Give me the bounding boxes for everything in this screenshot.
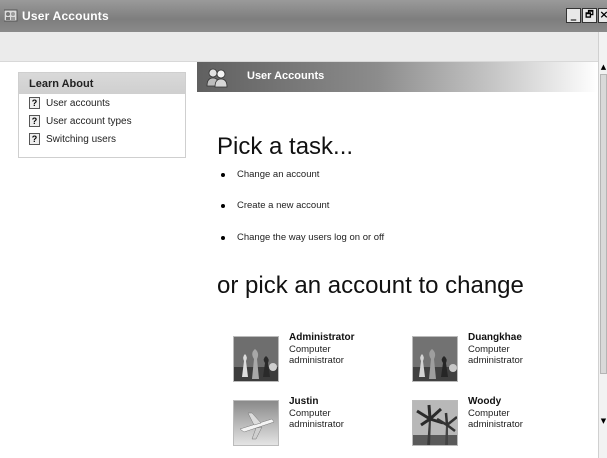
account-name: Justin [289,396,319,407]
account-name: Administrator [289,332,355,343]
chess-picture [233,336,279,382]
window-title: User Accounts [22,9,109,23]
user-accounts-icon [4,9,18,22]
learn-item-user-accounts[interactable]: ? User accounts [19,94,185,112]
left-pane: Learn About ? User accounts ? User accou… [0,62,197,458]
account-name: Woody [468,396,502,407]
toolbar [0,32,598,62]
account-role: Computer administrator [468,408,523,430]
help-icon: ? [29,115,40,127]
scroll-down-arrow-icon[interactable]: ▼ [600,416,607,426]
account-role: Computer administrator [289,344,344,366]
account-name: Duangkhae [468,332,522,343]
help-icon: ? [29,97,40,109]
learn-about-title: Learn About [19,73,185,94]
airplane-picture [233,400,279,446]
scroll-up-arrow-icon[interactable]: ▲ [600,62,607,72]
bullet-icon [221,235,225,240]
bullet-icon [221,172,225,177]
account-administrator[interactable]: Administrator Computer administrator [233,332,393,382]
help-icon: ? [29,133,40,145]
account-duangkhae[interactable]: Duangkhae Computer administrator [412,332,572,382]
learn-item-switching-users[interactable]: ? Switching users [19,130,185,148]
main-header-title: User Accounts [247,70,325,82]
account-justin[interactable]: Justin Computer administrator [233,396,393,446]
main-header: User Accounts [197,62,598,92]
close-button[interactable]: × [598,8,607,23]
vertical-scrollbar[interactable]: ▲ ▼ [598,32,607,458]
learn-about-panel: Learn About ? User accounts ? User accou… [18,72,186,158]
users-icon [206,68,228,88]
restore-button[interactable]: 🗗 [582,8,597,23]
title-bar[interactable]: User Accounts _ 🗗 × [0,0,607,32]
pick-task-heading: Pick a task... [217,133,354,160]
learn-item-label: User accounts [46,97,110,109]
task-change-logon[interactable]: Change the way users log on or off [221,232,384,243]
scroll-thumb[interactable] [600,74,607,374]
palm-trees-picture [412,400,458,446]
task-create-account[interactable]: Create a new account [221,200,329,211]
account-role: Computer administrator [468,344,523,366]
account-woody[interactable]: Woody Computer administrator [412,396,572,446]
task-label: Change an account [237,169,320,180]
chess-picture [412,336,458,382]
task-label: Change the way users log on or off [237,232,385,243]
learn-item-user-account-types[interactable]: ? User account types [19,112,185,130]
learn-item-label: User account types [46,115,132,127]
account-role: Computer administrator [289,408,344,430]
task-label: Create a new account [237,200,330,211]
pick-account-heading: or pick an account to change [217,272,524,299]
minimize-button[interactable]: _ [566,8,581,23]
learn-item-label: Switching users [46,133,117,145]
main-pane: User Accounts Pick a task... Change an a… [197,62,598,458]
task-change-account[interactable]: Change an account [221,169,319,180]
bullet-icon [221,203,225,208]
